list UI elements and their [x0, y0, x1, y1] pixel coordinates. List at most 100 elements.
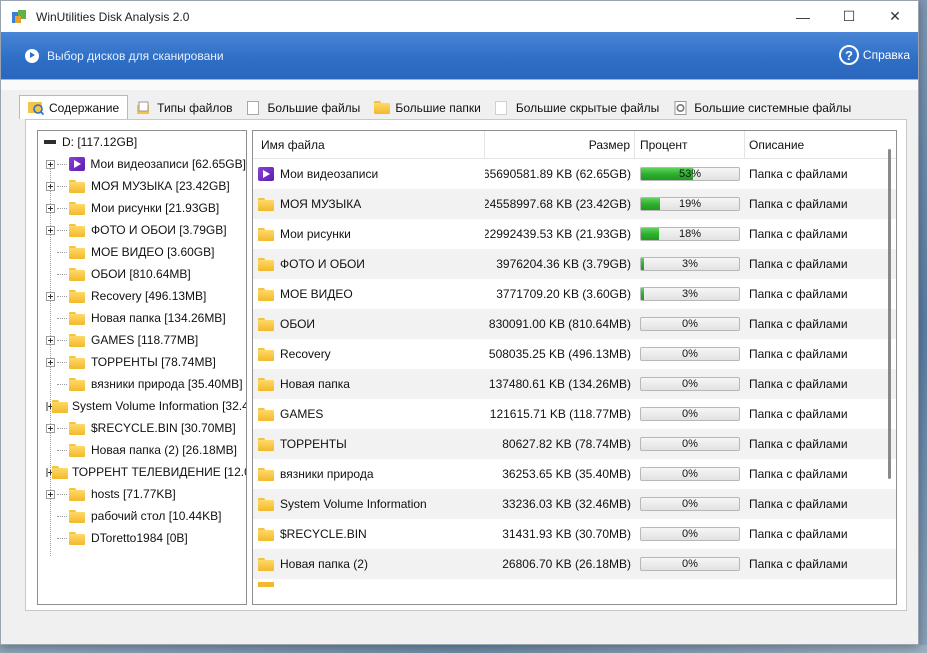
table-row[interactable]: МОЕ ВИДЕО 3771709.20 KB (3.60GB) 3% Папка с…: [253, 279, 896, 309]
tree-item[interactable]: Recovery [496.13MB]: [38, 285, 246, 307]
expand-icon[interactable]: [46, 159, 55, 169]
tree-root[interactable]: D: [117.12GB]: [38, 131, 246, 153]
tab-file-types[interactable]: Типы файлов: [130, 96, 238, 119]
cell-size: 830091.00 KB (810.64MB): [488, 317, 631, 331]
percent-label: 3%: [682, 258, 698, 270]
cell-percent: 0%: [635, 519, 745, 549]
folder-icon: [258, 557, 276, 571]
percent-label: 0%: [682, 378, 698, 390]
table-row[interactable]: Recovery 508035.25 KB (496.13MB) 0% Папка с…: [253, 339, 896, 369]
expand-icon[interactable]: [46, 291, 55, 301]
expand-icon[interactable]: [46, 335, 55, 345]
tree-connector: [57, 361, 67, 363]
expand-icon[interactable]: [46, 203, 55, 213]
expand-icon[interactable]: [46, 357, 55, 367]
column-header-percent[interactable]: Процент: [635, 131, 745, 159]
tree-item[interactable]: Новая папка [134.26MB]: [38, 307, 246, 329]
close-button[interactable]: ✕: [872, 1, 918, 32]
column-header-description[interactable]: Описание: [745, 131, 878, 159]
table-row[interactable]: ТОРРЕНТЫ 80627.82 KB (78.74MB) 0% Папка с ф…: [253, 429, 896, 459]
percent-label: 0%: [682, 468, 698, 480]
title-bar[interactable]: WinUtilities Disk Analysis 2.0 — ☐ ✕: [1, 1, 918, 32]
expand-icon[interactable]: [46, 225, 55, 235]
tree-item[interactable]: МОЕ ВИДЕО [3.60GB]: [38, 241, 246, 263]
tab-hidden-files[interactable]: Большие скрытые файлы: [489, 96, 665, 119]
folder-tree[interactable]: D: [117.12GB] Мои видеозаписи [62.65GB] М…: [37, 130, 247, 605]
tree-item[interactable]: DToretto1984 [0B]: [38, 527, 246, 549]
system-files-icon: [673, 100, 689, 115]
folder-icon: [69, 223, 87, 237]
tab-large-folders[interactable]: Большие папки: [368, 96, 487, 119]
play-icon[interactable]: [25, 48, 39, 63]
cell-name: Новая папка: [253, 369, 485, 399]
help-button[interactable]: ? Справка: [838, 45, 910, 65]
tree-item[interactable]: рабочий стол [10.44KB]: [38, 505, 246, 527]
table-row[interactable]: вязники природа 36253.65 KB (35.40MB) 0% Па…: [253, 459, 896, 489]
tree-item[interactable]: МОЯ МУЗЫКА [23.42GB]: [38, 175, 246, 197]
tree-item[interactable]: $RECYCLE.BIN [30.70MB]: [38, 417, 246, 439]
tab-label: Типы файлов: [157, 100, 233, 115]
tab-system-files[interactable]: Большие системные файлы: [667, 96, 857, 119]
expand-icon[interactable]: [46, 467, 53, 477]
tree-item-label: $RECYCLE.BIN [30.70MB]: [91, 421, 236, 435]
expand-icon[interactable]: [46, 489, 55, 499]
tree-item[interactable]: hosts [71.77KB]: [38, 483, 246, 505]
tree-item[interactable]: Новая папка (2) [26.18MB]: [38, 439, 246, 461]
table-row[interactable]: Мои видеозаписи 65690581.89 KB (62.65GB) 5…: [253, 159, 896, 189]
app-window: WinUtilities Disk Analysis 2.0 — ☐ ✕ Выб…: [0, 0, 919, 645]
table-row[interactable]: $RECYCLE.BIN 31431.93 KB (30.70MB) 0% Папка…: [253, 519, 896, 549]
tab-large-files[interactable]: Большие файлы: [241, 96, 367, 119]
cell-description: Папка с файлами: [749, 407, 848, 421]
expand-icon[interactable]: [46, 401, 53, 411]
table-row[interactable]: Новая папка (2) 26806.70 KB (26.18MB) 0% Па…: [253, 549, 896, 579]
column-header-size[interactable]: Размер: [485, 131, 635, 159]
cell-percent: 0%: [635, 489, 745, 519]
table-row[interactable]: Новая папка 137480.61 KB (134.26MB) 0% Папк…: [253, 369, 896, 399]
expand-icon[interactable]: [46, 181, 55, 191]
table-row[interactable]: ФОТО И ОБОИ 3976204.36 KB (3.79GB) 3% Папка…: [253, 249, 896, 279]
percent-bar: 0%: [640, 377, 740, 391]
column-header-name[interactable]: Имя файла: [253, 131, 485, 159]
tree-item[interactable]: System Volume Information [32.4: [38, 395, 246, 417]
tree-item-label: ТОРРЕНТЫ [78.74MB]: [91, 355, 216, 369]
vertical-scrollbar[interactable]: [888, 149, 891, 479]
percent-label: 0%: [682, 528, 698, 540]
tree-root-label: D: [117.12GB]: [62, 135, 138, 149]
tree-item[interactable]: Мои рисунки [21.93GB]: [38, 197, 246, 219]
tree-item[interactable]: ОБОИ [810.64MB]: [38, 263, 246, 285]
tree-item[interactable]: GAMES [118.77MB]: [38, 329, 246, 351]
cell-name: МОЯ МУЗЫКА: [253, 189, 485, 219]
table-row[interactable]: МОЯ МУЗЫКА 24558997.68 KB (23.42GB) 19% Пап…: [253, 189, 896, 219]
minimize-button[interactable]: —: [780, 1, 826, 32]
cell-description: Папка с файлами: [749, 287, 848, 301]
cell-percent: 3%: [635, 249, 745, 279]
percent-label: 0%: [682, 498, 698, 510]
folder-icon: [52, 465, 68, 479]
tab-contents[interactable]: Содержание: [19, 95, 129, 119]
tree-item-label: вязники природа [35.40MB]: [91, 377, 243, 391]
cell-name: Мои рисунки: [253, 219, 485, 249]
blue-header: Выбор дисков для сканировани ? Справка: [1, 32, 918, 80]
cell-description: Папка с файлами: [749, 557, 848, 571]
table-row[interactable]: GAMES 121615.71 KB (118.77MB) 0% Папка с фа…: [253, 399, 896, 429]
table-row[interactable]: ОБОИ 830091.00 KB (810.64MB) 0% Папка с фай…: [253, 309, 896, 339]
tree-item[interactable]: Мои видеозаписи [62.65GB]: [38, 153, 246, 175]
collapse-icon[interactable]: [44, 140, 56, 144]
tree-item[interactable]: вязники природа [35.40MB]: [38, 373, 246, 395]
tree-connector: [57, 449, 67, 451]
table-row[interactable]: Мои рисунки 22992439.53 KB (21.93GB) 18% Па…: [253, 219, 896, 249]
tree-item[interactable]: ТОРРЕНТ ТЕЛЕВИДЕНИЕ [12.00M: [38, 461, 246, 483]
expand-icon[interactable]: [46, 423, 55, 433]
cell-percent: 0%: [635, 309, 745, 339]
maximize-button[interactable]: ☐: [826, 1, 872, 32]
table-row[interactable]: System Volume Information 33236.03 KB (32…: [253, 489, 896, 519]
select-disks-link[interactable]: Выбор дисков для сканировани: [47, 49, 224, 63]
tree-item-label: GAMES [118.77MB]: [91, 333, 199, 347]
tree-item[interactable]: ФОТО И ОБОИ [3.79GB]: [38, 219, 246, 241]
cell-size: 26806.70 KB (26.18MB): [502, 557, 631, 571]
tree-item[interactable]: ТОРРЕНТЫ [78.74MB]: [38, 351, 246, 373]
cell-size: 22992439.53 KB (21.93GB): [485, 227, 631, 241]
